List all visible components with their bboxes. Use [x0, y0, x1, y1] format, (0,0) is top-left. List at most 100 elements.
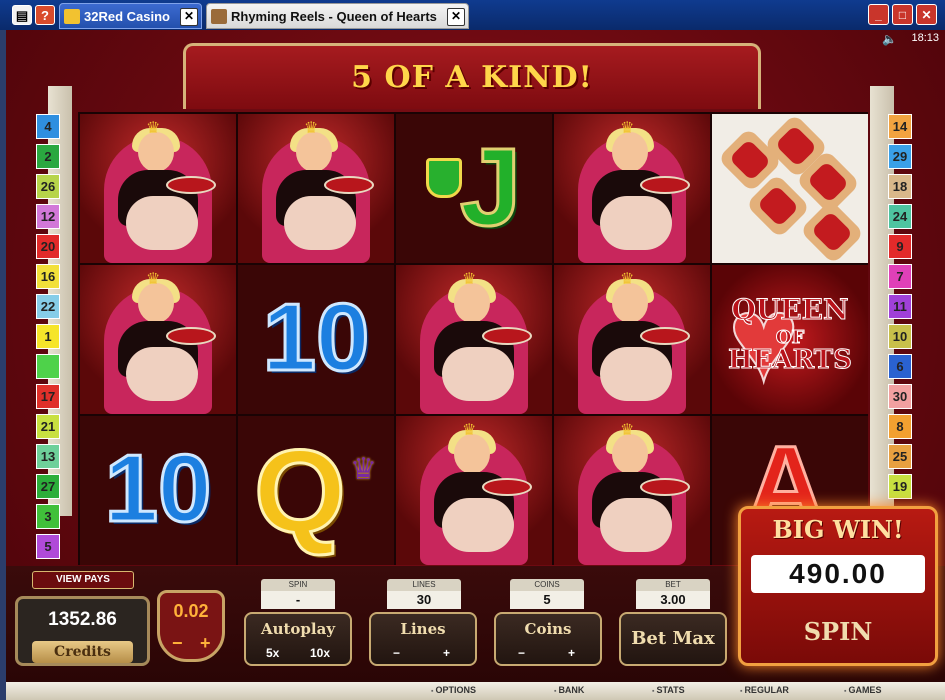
game-tab-icon [211, 9, 227, 24]
spin-button[interactable]: SPIN [751, 617, 925, 646]
coins-increase-button[interactable]: + [568, 646, 575, 660]
autoplay-button[interactable]: Autoplay 5x 10x [244, 612, 352, 666]
coin-size-selector: 0.02 − + [157, 590, 225, 662]
bet-stat-value: 3.00 [636, 591, 710, 609]
coin-size-value: 0.02 [173, 601, 209, 621]
big-win-title: BIG WIN! [772, 515, 904, 544]
menu-stats[interactable]: STATS [652, 685, 684, 695]
lines-stat: LINES 30 [387, 579, 461, 609]
queen-symbol: ♛ [554, 416, 710, 565]
close-tab-icon[interactable]: ✕ [180, 8, 198, 26]
payline-marker[interactable]: 30 [888, 384, 912, 409]
payline-marker[interactable]: 21 [36, 414, 60, 439]
casino-tab-icon [64, 9, 80, 24]
lines-label: Lines [400, 620, 446, 638]
win-banner: 5 OF A KIND! [183, 43, 761, 109]
queen-symbol: ♛ [554, 114, 710, 263]
payline-marker[interactable]: 24 [888, 204, 912, 229]
payline-marker[interactable]: 4 [36, 114, 60, 139]
bet-max-button[interactable]: Bet Max [619, 612, 727, 666]
payline-marker[interactable]: 13 [36, 444, 60, 469]
coins-label: Coins [524, 620, 572, 638]
payline-marker[interactable]: 26 [36, 174, 60, 199]
browser-tab-bar: ▤ ? 32Red Casino ✕ Rhyming Reels - Queen… [0, 0, 945, 30]
menu-games[interactable]: GAMES [844, 685, 881, 695]
tab-32red-casino[interactable]: 32Red Casino ✕ [59, 3, 202, 29]
payline-marker[interactable]: 9 [888, 234, 912, 259]
spin-stat: SPIN - [261, 579, 335, 609]
credits-label: Credits [32, 641, 133, 663]
lines-decrease-button[interactable]: − [393, 646, 400, 660]
ten-symbol: 10 [80, 416, 236, 565]
queen-symbol: ♛ [80, 114, 236, 263]
close-window-button[interactable]: ✕ [916, 4, 937, 25]
view-pays-button[interactable]: VIEW PAYS [32, 571, 134, 589]
bet-max-label: Bet Max [631, 628, 715, 649]
payline-marker[interactable] [36, 354, 60, 379]
coins-stat-value: 5 [510, 591, 584, 609]
window-menu-icon[interactable]: ▤ [12, 5, 32, 25]
spin-stat-value: - [261, 591, 335, 609]
menu-options[interactable]: OPTIONS [431, 685, 476, 695]
lines-increase-button[interactable]: + [443, 646, 450, 660]
close-tab-icon[interactable]: ✕ [447, 8, 465, 26]
autoplay-5x-button[interactable]: 5x [266, 646, 279, 660]
tab-label: Rhyming Reels - Queen of Hearts [231, 9, 437, 24]
payline-marker[interactable]: 25 [888, 444, 912, 469]
credits-display: 1352.86 Credits [15, 596, 150, 666]
payline-marker[interactable]: 8 [888, 414, 912, 439]
menu-bank[interactable]: BANK [554, 685, 584, 695]
payline-marker[interactable]: 12 [36, 204, 60, 229]
bet-stat-label: BET [636, 579, 710, 591]
payline-marker[interactable]: 6 [888, 354, 912, 379]
payline-marker[interactable]: 10 [888, 324, 912, 349]
clock: 18:13 [911, 32, 939, 44]
menu-regular[interactable]: REGULAR [740, 685, 789, 695]
payline-marker[interactable]: 27 [36, 474, 60, 499]
payline-marker[interactable]: 3 [36, 504, 60, 529]
payline-marker[interactable]: 20 [36, 234, 60, 259]
tab-rhyming-reels[interactable]: Rhyming Reels - Queen of Hearts ✕ [206, 3, 469, 29]
payline-marker[interactable]: 16 [36, 264, 60, 289]
payline-marker[interactable]: 29 [888, 144, 912, 169]
payline-marker[interactable]: 17 [36, 384, 60, 409]
lines-button[interactable]: Lines − + [369, 612, 477, 666]
jack-symbol: J [396, 114, 552, 263]
payline-marker[interactable]: 1 [36, 324, 60, 349]
coin-decrease-button[interactable]: − [172, 633, 183, 654]
big-win-amount: 490.00 [751, 555, 925, 593]
coins-decrease-button[interactable]: − [518, 646, 525, 660]
payline-marker[interactable]: 2 [36, 144, 60, 169]
ten-symbol: 10 [238, 265, 394, 414]
payline-marker[interactable]: 22 [36, 294, 60, 319]
queen-symbol: ♛ [396, 416, 552, 565]
spin-stat-label: SPIN [261, 579, 335, 591]
lines-stat-label: LINES [387, 579, 461, 591]
queen-symbol: ♛ [396, 265, 552, 414]
payline-marker[interactable]: 14 [888, 114, 912, 139]
minimize-button[interactable]: _ [868, 4, 889, 25]
coins-button[interactable]: Coins − + [494, 612, 602, 666]
shield-icon [426, 158, 462, 198]
queen-symbol: ♛ [80, 265, 236, 414]
autoplay-label: Autoplay [260, 620, 336, 638]
coin-increase-button[interactable]: + [200, 633, 211, 654]
banner-text: 5 OF A KIND! [351, 60, 593, 95]
payline-marker[interactable]: 11 [888, 294, 912, 319]
speaker-icon[interactable]: 🔈 [882, 32, 897, 46]
autoplay-10x-button[interactable]: 10x [310, 646, 330, 660]
payline-marker[interactable]: 18 [888, 174, 912, 199]
payline-marker[interactable]: 7 [888, 264, 912, 289]
help-button[interactable]: ? [35, 5, 55, 25]
maximize-button[interactable]: □ [892, 4, 913, 25]
queen-symbol: ♛ [554, 265, 710, 414]
reel-grid: ♛ ♛ 10 ♛ 10 Q ♛ J ♛ ♛ ♛ ♛ ♛ ♥ QUEEN OF H… [78, 112, 868, 565]
bet-stat: BET 3.00 [636, 579, 710, 609]
coins-stat: COINS 5 [510, 579, 584, 609]
queen-symbol: ♛ [238, 114, 394, 263]
payline-marker[interactable]: 5 [36, 534, 60, 559]
queen-card-symbol: Q ♛ [238, 416, 394, 565]
payline-marker[interactable]: 19 [888, 474, 912, 499]
heart-cookies-symbol [712, 114, 868, 263]
crown-icon: ♛ [350, 453, 377, 486]
